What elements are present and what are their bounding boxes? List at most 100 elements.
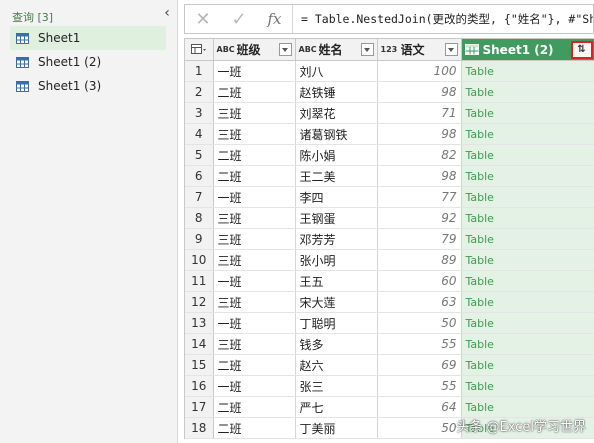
row-number[interactable]: 9 — [185, 228, 214, 250]
score-cell[interactable]: 64 — [377, 396, 462, 418]
table-type-icon[interactable] — [464, 44, 479, 55]
class-cell[interactable]: 一班 — [213, 60, 296, 82]
row-number[interactable]: 5 — [185, 144, 214, 166]
table-row[interactable]: 7 一班 李四 77 Table — [185, 186, 594, 208]
expand-column-button[interactable]: ⇅ — [570, 40, 593, 59]
score-cell[interactable]: 55 — [377, 375, 462, 397]
filter-dropdown-button[interactable] — [278, 43, 292, 56]
class-cell[interactable]: 一班 — [213, 270, 296, 292]
name-cell[interactable]: 王五 — [295, 270, 378, 292]
table-row[interactable]: 4 三班 诸葛钢铁 98 Table — [185, 123, 594, 145]
class-cell[interactable]: 三班 — [213, 249, 296, 271]
row-number[interactable]: 12 — [185, 291, 214, 313]
score-cell[interactable]: 60 — [377, 270, 462, 292]
class-cell[interactable]: 二班 — [213, 417, 296, 439]
table-row[interactable]: 1 一班 刘八 100 Table — [185, 60, 594, 82]
score-cell[interactable]: 98 — [377, 123, 462, 145]
table-row[interactable]: 2 二班 赵铁锤 98 Table — [185, 81, 594, 103]
row-number[interactable]: 14 — [185, 333, 214, 355]
cancel-formula-button[interactable]: ✕ — [185, 5, 221, 33]
table-link-cell[interactable]: Table — [461, 60, 594, 82]
score-cell[interactable]: 63 — [377, 291, 462, 313]
filter-dropdown-button[interactable] — [360, 43, 374, 56]
class-cell[interactable]: 一班 — [213, 375, 296, 397]
text-type-icon[interactable]: ABC — [299, 45, 319, 54]
name-cell[interactable]: 王二美 — [295, 165, 378, 187]
table-row[interactable]: 3 三班 刘翠花 71 Table — [185, 102, 594, 124]
name-cell[interactable]: 李四 — [295, 186, 378, 208]
filter-dropdown-button[interactable] — [444, 43, 458, 56]
name-cell[interactable]: 赵铁锤 — [295, 81, 378, 103]
score-cell[interactable]: 82 — [377, 144, 462, 166]
class-cell[interactable]: 三班 — [213, 333, 296, 355]
table-link-cell[interactable]: Table — [461, 123, 594, 145]
score-cell[interactable]: 100 — [377, 60, 462, 82]
class-cell[interactable]: 三班 — [213, 207, 296, 229]
table-link-cell[interactable]: Table — [461, 81, 594, 103]
table-row[interactable]: 11 一班 王五 60 Table — [185, 270, 594, 292]
name-cell[interactable]: 丁美丽 — [295, 417, 378, 439]
score-cell[interactable]: 71 — [377, 102, 462, 124]
name-cell[interactable]: 张小明 — [295, 249, 378, 271]
name-cell[interactable]: 宋大莲 — [295, 291, 378, 313]
row-number[interactable]: 1 — [185, 60, 214, 82]
table-link-cell[interactable]: Table — [461, 165, 594, 187]
row-number[interactable]: 3 — [185, 102, 214, 124]
table-link-cell[interactable]: Table — [461, 186, 594, 208]
column-header-chinese[interactable]: 123 语文 — [377, 39, 462, 61]
name-cell[interactable]: 张三 — [295, 375, 378, 397]
row-number[interactable]: 11 — [185, 270, 214, 292]
name-cell[interactable]: 赵六 — [295, 354, 378, 376]
query-item-sheet1[interactable]: Sheet1 — [10, 26, 166, 50]
row-number[interactable]: 4 — [185, 123, 214, 145]
table-row[interactable]: 12 三班 宋大莲 63 Table — [185, 291, 594, 313]
score-cell[interactable]: 50 — [377, 312, 462, 334]
score-cell[interactable]: 77 — [377, 186, 462, 208]
name-cell[interactable]: 刘八 — [295, 60, 378, 82]
table-link-cell[interactable]: Table — [461, 144, 594, 166]
score-cell[interactable]: 50 — [377, 417, 462, 439]
score-cell[interactable]: 69 — [377, 354, 462, 376]
table-row[interactable]: 8 三班 王钢蛋 92 Table — [185, 207, 594, 229]
score-cell[interactable]: 55 — [377, 333, 462, 355]
name-cell[interactable]: 丁聪明 — [295, 312, 378, 334]
score-cell[interactable]: 89 — [377, 249, 462, 271]
formula-input[interactable]: = Table.NestedJoin(更改的类型, {"姓名"}, #"Sh — [293, 5, 593, 33]
row-number[interactable]: 13 — [185, 312, 214, 334]
query-item-sheet1-3[interactable]: Sheet1 (3) — [10, 74, 166, 98]
table-link-cell[interactable]: Table — [461, 270, 594, 292]
class-cell[interactable]: 三班 — [213, 123, 296, 145]
table-row[interactable]: 5 二班 陈小娟 82 Table — [185, 144, 594, 166]
class-cell[interactable]: 一班 — [213, 312, 296, 334]
table-row[interactable]: 17 二班 严七 64 Table — [185, 396, 594, 418]
name-cell[interactable]: 刘翠花 — [295, 102, 378, 124]
name-cell[interactable]: 王钢蛋 — [295, 207, 378, 229]
class-cell[interactable]: 二班 — [213, 354, 296, 376]
table-row[interactable]: 14 三班 钱多 55 Table — [185, 333, 594, 355]
table-row[interactable]: 9 三班 邓芳芳 79 Table — [185, 228, 594, 250]
table-menu-button[interactable] — [185, 39, 214, 61]
table-link-cell[interactable]: Table — [461, 375, 594, 397]
table-link-cell[interactable]: Table — [461, 228, 594, 250]
row-number[interactable]: 8 — [185, 207, 214, 229]
class-cell[interactable]: 一班 — [213, 186, 296, 208]
text-type-icon[interactable]: ABC — [217, 45, 237, 54]
score-cell[interactable]: 79 — [377, 228, 462, 250]
row-number[interactable]: 10 — [185, 249, 214, 271]
column-header-name[interactable]: ABC 姓名 — [295, 39, 378, 61]
table-row[interactable]: 16 一班 张三 55 Table — [185, 375, 594, 397]
table-link-cell[interactable]: Table — [461, 312, 594, 334]
name-cell[interactable]: 严七 — [295, 396, 378, 418]
score-cell[interactable]: 98 — [377, 81, 462, 103]
query-item-sheet1-2[interactable]: Sheet1 (2) — [10, 50, 166, 74]
class-cell[interactable]: 二班 — [213, 144, 296, 166]
table-link-cell[interactable]: Table — [461, 207, 594, 229]
collapse-pane-button[interactable]: ‹ — [160, 5, 174, 21]
table-link-cell[interactable]: Table — [461, 333, 594, 355]
row-number[interactable]: 7 — [185, 186, 214, 208]
number-type-icon[interactable]: 123 — [381, 45, 401, 54]
name-cell[interactable]: 诸葛钢铁 — [295, 123, 378, 145]
table-link-cell[interactable]: Table — [461, 102, 594, 124]
class-cell[interactable]: 三班 — [213, 291, 296, 313]
table-link-cell[interactable]: Table — [461, 396, 594, 418]
